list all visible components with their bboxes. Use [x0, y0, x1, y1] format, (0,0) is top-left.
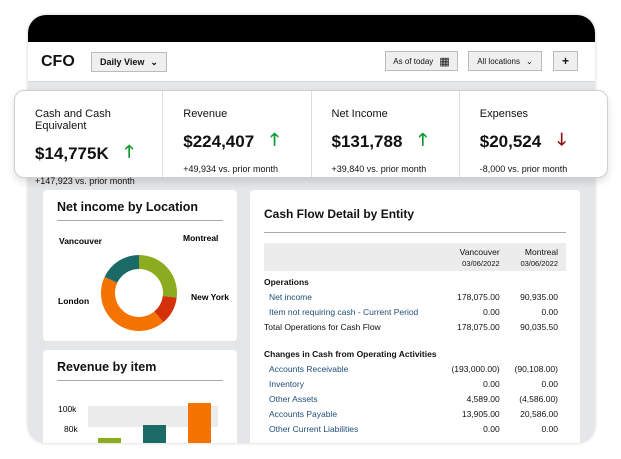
cell-value: (4,586.00) [519, 393, 558, 404]
row-label[interactable]: Item not requiring cash - Current Period [264, 305, 444, 320]
table-row: Other Current Liabilities 0.00 0.00 [264, 421, 566, 436]
bar-chart: 100k 80k [58, 403, 218, 443]
view-dropdown[interactable]: Daily View ⌄ [91, 52, 167, 72]
arrow-up-icon: 🡑 [418, 130, 428, 149]
cell-value: 20,586.00 [520, 408, 558, 419]
kpi-label: Expenses [479, 108, 529, 120]
kpi-change: +147,923 vs. prior month [35, 176, 135, 186]
donut-label: London [58, 296, 89, 306]
cell-value: (90,108.00) [514, 363, 558, 374]
net-income-by-location-panel: Net income by Location Montreal New York L… [43, 190, 237, 341]
cell-value: 0.00 [541, 423, 558, 434]
kpi-card[interactable]: Net Income $131,788 🡑 +39,840 vs. prior mon… [310, 91, 459, 177]
bar[interactable] [143, 425, 166, 443]
arrow-down-icon: 🡓 [557, 130, 567, 149]
table-row: Net income 178,075.00 90,935.00 [264, 290, 566, 305]
app-window: CFO Daily View ⌄ As of today ▦ All locatio… [28, 15, 595, 443]
table-row: Operations [264, 271, 566, 290]
row-label: Total Operations for Cash Flow [264, 322, 381, 332]
cell-value: 90,035.50 [520, 322, 558, 332]
column-header: Vancouver [459, 247, 500, 257]
y-tick-label: 100k [58, 404, 77, 414]
kpi-label: Net Income [331, 108, 388, 120]
table-row: Item not requiring cash - Current Period… [264, 305, 566, 320]
cell-value: 0.00 [541, 307, 558, 317]
donut-chart: Montreal New York London Vancouver [58, 233, 229, 331]
table-row: Accounts Payable 13,905.00 20,586.00 [264, 406, 566, 421]
donut-slice-vancouver[interactable] [104, 255, 139, 283]
locations-label: All locations [477, 56, 520, 66]
column-date: 03/06/2022 [462, 259, 500, 268]
table-row: Total Operations for Cash Flow 178,075.00… [264, 320, 566, 335]
kpi-change: +39,840 vs. prior month [331, 164, 427, 174]
kpi-value: $131,788 [331, 131, 403, 151]
kpi-value: $14,775K [35, 143, 109, 163]
cell-value: 178,075.00 [457, 292, 500, 302]
kpi-change: -8,000 vs. prior month [479, 164, 568, 174]
cell-value: 4,589.00 [466, 393, 500, 404]
donut-label: Vancouver [59, 236, 103, 246]
view-label: Daily View [100, 57, 145, 67]
panel-title: Net income by Location [57, 190, 223, 221]
table-row: Inventory 0.00 0.00 [264, 376, 566, 391]
kpi-card[interactable]: Cash and Cash Equivalent $14,775K 🡑 +147,92… [15, 91, 162, 186]
cell-value: 13,905.00 [461, 408, 500, 419]
kpi-value: $20,524 [479, 131, 542, 151]
calendar-icon: ▦ [439, 55, 450, 68]
row-label[interactable]: Other Assets [264, 391, 444, 406]
table-row: Other Assets 4,589.00 (4,586.00) [264, 391, 566, 406]
kpi-value: $224,407 [183, 131, 255, 151]
donut-label: Montreal [183, 233, 218, 243]
cell-value: (193,000.00) [451, 363, 500, 374]
donut-slice-london[interactable] [101, 276, 164, 331]
table-row: Accounts Receivable (193,000.00) (90,108.0… [264, 361, 566, 376]
donut-slice-montreal[interactable] [139, 255, 178, 298]
column-header: Montreal [524, 247, 558, 257]
kpi-change: +49,934 vs. prior month [183, 164, 279, 174]
add-button[interactable]: + [553, 51, 578, 71]
as-of-label: As of today [393, 56, 434, 66]
section-label: Changes in Cash from Operating Activitie… [264, 348, 437, 359]
cash-flow-panel: Cash Flow Detail by Entity Vancouver 03/0… [250, 190, 580, 443]
arrow-up-icon: 🡑 [124, 142, 134, 161]
table-header: Vancouver 03/06/2022 Montreal 03/06/2022 [264, 243, 566, 271]
chevron-down-icon: ⌄ [150, 56, 158, 67]
panel-title: Revenue by item [57, 350, 223, 381]
donut-label: New York [191, 292, 229, 302]
y-tick-label: 80k [64, 424, 78, 434]
row-label[interactable]: Accounts Payable [264, 406, 444, 421]
bar[interactable] [98, 438, 121, 443]
chevron-down-icon: ⌄ [525, 56, 533, 66]
cell-value: 0.00 [483, 307, 500, 317]
cell-value: 0.00 [483, 423, 500, 434]
row-label[interactable]: Accounts Receivable [264, 361, 444, 376]
cell-value: 178,075.00 [457, 322, 500, 332]
row-label[interactable]: Inventory [264, 376, 444, 391]
locations-dropdown[interactable]: All locations ⌄ [468, 51, 542, 71]
panel-title: Cash Flow Detail by Entity [264, 190, 566, 233]
kpi-card[interactable]: Revenue $224,407 🡑 +49,934 vs. prior month [162, 91, 310, 177]
section-label: Operations [264, 277, 309, 287]
cell-value: 0.00 [483, 378, 500, 389]
app-logo: CFO [41, 53, 75, 70]
as-of-date-button[interactable]: As of today ▦ [385, 51, 458, 71]
arrow-up-icon: 🡑 [270, 130, 279, 149]
table-row: Changes in Cash from Operating Activitie… [264, 335, 566, 362]
kpi-label: Cash and Cash Equivalent [35, 108, 111, 132]
revenue-by-item-panel: Revenue by item 100k 80k [43, 350, 237, 443]
row-label[interactable]: Net income [264, 290, 444, 305]
bar[interactable] [188, 403, 211, 443]
kpi-card[interactable]: Expenses $20,524 🡓 -8,000 vs. prior month [458, 91, 607, 177]
cell-value: 90,935.00 [520, 292, 558, 302]
row-label[interactable]: Other Current Liabilities [264, 421, 444, 436]
cash-flow-table: Vancouver 03/06/2022 Montreal 03/06/2022 O… [264, 243, 566, 436]
header: CFO Daily View ⌄ As of today ▦ All locatio… [28, 42, 595, 82]
column-date: 03/06/2022 [520, 259, 558, 268]
kpi-strip: Cash and Cash Equivalent $14,775K 🡑 +147,92… [14, 90, 608, 186]
kpi-label: Revenue [183, 108, 228, 120]
cell-value: 0.00 [541, 378, 558, 389]
title-bar [28, 15, 595, 42]
